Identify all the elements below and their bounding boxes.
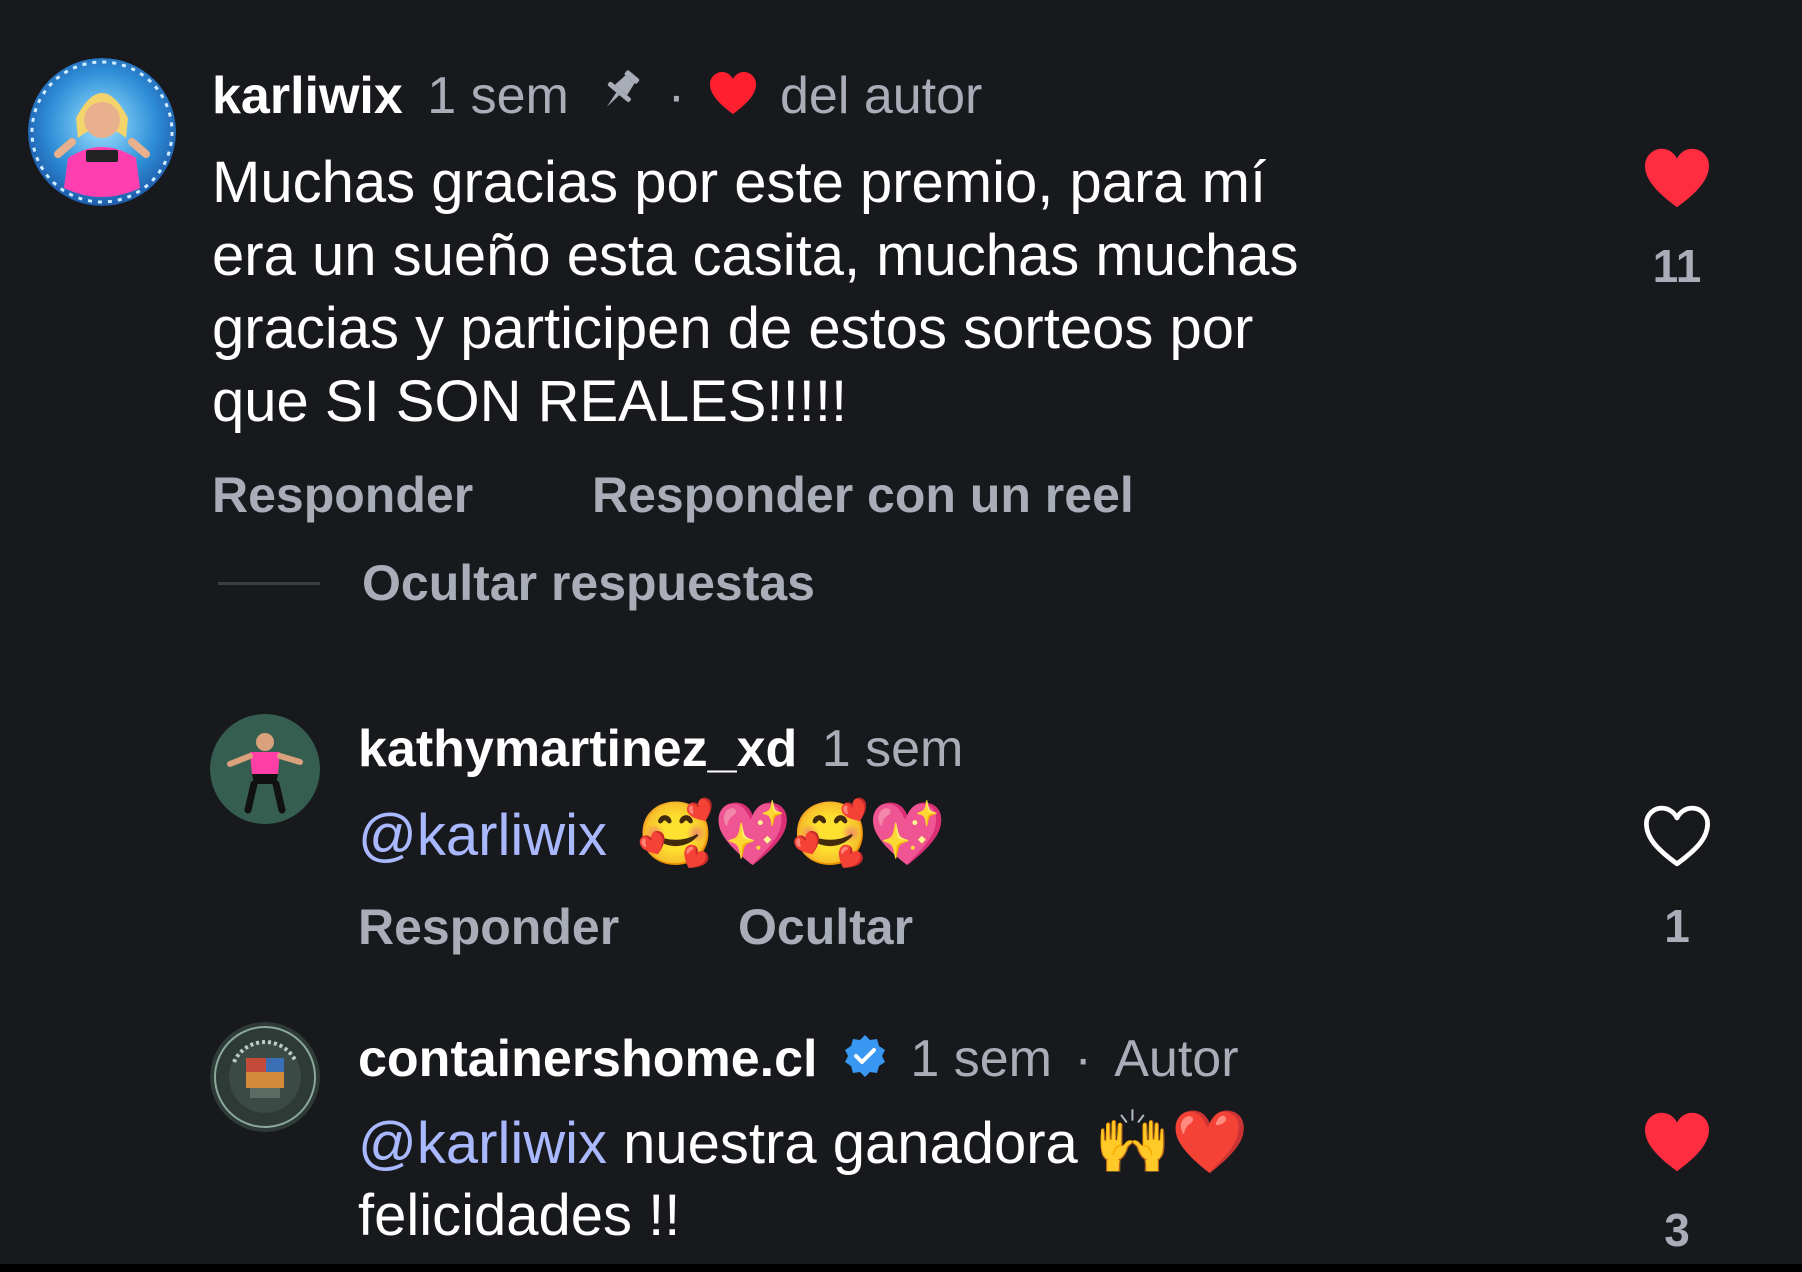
avatar-image [28, 58, 176, 206]
heart-icon [708, 61, 758, 137]
text-segment: nuestra ganadora [623, 1111, 1078, 1176]
reply-button[interactable]: Responder [358, 898, 619, 956]
comment-karliwix: karliwix 1 sem · del autor Muchas gracia… [0, 0, 1802, 620]
like-count: 1 [1664, 900, 1690, 952]
like-control: 1 [1632, 804, 1722, 953]
timestamp: 1 sem [427, 67, 569, 125]
text-line: gracias y participen de estos sorteos po… [212, 296, 1254, 361]
mention-link[interactable]: @karliwix [358, 803, 607, 868]
comment-header: kathymartinez_xd 1 sem [358, 714, 963, 784]
avatar[interactable] [210, 1022, 320, 1132]
separator: · [1074, 1030, 1092, 1088]
text-line: @karliwix nuestra ganadora 🙌❤️ [358, 1106, 1248, 1180]
reply-with-reel-button[interactable]: Responder con un reel [592, 466, 1134, 524]
like-control: 11 [1632, 146, 1722, 293]
replies-divider [218, 582, 320, 585]
verified-badge-icon [842, 1027, 888, 1097]
heart-outline-icon[interactable] [1632, 804, 1722, 873]
comment-containershome: containershome.cl 1 sem · Autor @karliwi… [0, 1010, 1802, 1272]
comment-text: Muchas gracias por este premio, para mí … [212, 146, 1298, 438]
reply-button[interactable]: Responder [212, 466, 473, 524]
comment-header: karliwix 1 sem · del autor [212, 58, 982, 134]
username[interactable]: karliwix [212, 67, 403, 125]
separator: · [667, 67, 686, 125]
like-control: 3 [1632, 1110, 1722, 1257]
avatar[interactable] [28, 58, 176, 206]
emoji-text: 🥰💖🥰💖 [637, 797, 946, 870]
avatar-image [210, 714, 320, 824]
mention-link[interactable]: @karliwix [358, 1111, 607, 1176]
hide-button[interactable]: Ocultar [738, 898, 913, 956]
like-count: 3 [1664, 1204, 1690, 1256]
timestamp: 1 sem [821, 720, 964, 778]
author-label: Autor [1114, 1030, 1239, 1088]
avatar[interactable] [210, 714, 320, 824]
like-count: 11 [1652, 240, 1702, 292]
heart-filled-icon[interactable] [1632, 1110, 1722, 1179]
comment-kathymartinez: kathymartinez_xd 1 sem @karliwix 🥰💖🥰💖 Re… [0, 700, 1802, 990]
text-line: Muchas gracias por este premio, para mí [212, 150, 1267, 215]
comments-screen: karliwix 1 sem · del autor Muchas gracia… [0, 0, 1802, 1272]
comment-text: @karliwix 🥰💖🥰💖 [358, 794, 946, 874]
text-line: era un sueño esta casita, muchas muchas [212, 223, 1299, 288]
text-line: felicidades !! [358, 1183, 681, 1248]
avatar-image [210, 1022, 320, 1132]
emoji-text: 🙌❤️ [1093, 1105, 1249, 1178]
comment-text: @karliwix nuestra ganadora 🙌❤️ felicidad… [358, 1106, 1248, 1252]
screen-bottom-edge [0, 1264, 1802, 1272]
hide-replies-button[interactable]: Ocultar respuestas [362, 554, 815, 612]
author-like-label: del autor [780, 67, 983, 125]
username[interactable]: containershome.cl [358, 1030, 817, 1088]
timestamp: 1 sem [910, 1030, 1052, 1088]
pin-icon [595, 61, 647, 137]
heart-filled-icon[interactable] [1632, 146, 1722, 215]
comment-header: containershome.cl 1 sem · Autor [358, 1024, 1239, 1094]
text-line: que SI SON REALES!!!!! [212, 369, 848, 434]
username[interactable]: kathymartinez_xd [358, 720, 797, 778]
